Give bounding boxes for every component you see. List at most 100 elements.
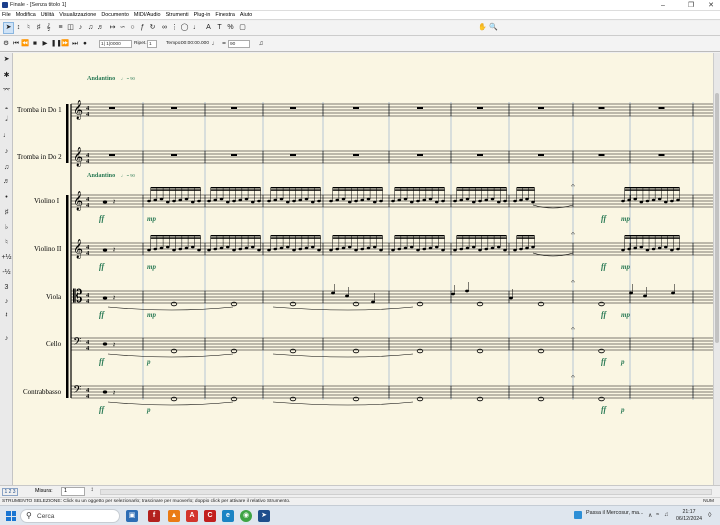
measure-counter-field[interactable]: 1| 1|0000 — [99, 40, 132, 48]
bpm-field[interactable]: 90 — [228, 40, 250, 48]
grace-note-icon[interactable]: ♪ — [0, 297, 13, 307]
palette-eraser-icon[interactable]: ✱ — [0, 71, 13, 81]
beat-unit-icon[interactable]: ♩ — [211, 39, 219, 49]
notification-bell-icon[interactable]: ◊ — [708, 512, 711, 519]
media-app-icon[interactable]: ▣ — [126, 510, 138, 522]
thirtysecond-note-icon[interactable]: ♬ — [0, 177, 13, 187]
lyrics-tool-icon[interactable]: ⋮ — [170, 23, 179, 33]
eighth-note-icon[interactable]: ♪ — [0, 147, 13, 157]
hand-grabber-icon[interactable]: ✋ — [478, 23, 487, 33]
menu-file[interactable]: File — [2, 12, 11, 18]
note-head — [441, 248, 445, 252]
rewind-to-start-icon[interactable]: ⏮ — [12, 39, 20, 49]
zoom-tool-icon[interactable]: 🔍 — [489, 23, 498, 33]
menu-strumenti[interactable]: Strumenti — [166, 12, 189, 18]
minimize-button[interactable]: – — [655, 0, 671, 11]
speedy-entry-tool-icon[interactable]: ♫ — [86, 23, 95, 33]
finale-taskbar-icon[interactable]: f — [148, 510, 160, 522]
close-button[interactable]: ✕ — [703, 0, 719, 11]
rest-icon[interactable]: 𝄽 — [0, 311, 13, 321]
menu-modifica[interactable]: Modifica — [16, 12, 36, 18]
taskbar-search-box[interactable]: ⚲ Cerca — [20, 509, 120, 523]
text-tool-icon[interactable]: A — [204, 23, 213, 33]
clef-tool-icon[interactable]: 𝄞 — [44, 23, 53, 33]
playback-settings-icon[interactable]: ⚙ — [2, 39, 10, 49]
half-note-icon[interactable]: 𝅗𝅥 — [0, 115, 13, 125]
sixteenth-note-icon[interactable]: ♫ — [0, 163, 13, 173]
half-step-down-icon[interactable]: -½ — [0, 268, 13, 278]
chrome-browser-icon[interactable]: ◉ — [240, 510, 252, 522]
note-head — [102, 248, 108, 252]
expression-tool-icon[interactable]: ƒ — [138, 23, 147, 33]
menu-plug-in[interactable]: Plug-in — [194, 12, 211, 18]
tray-chevron-icon[interactable]: ∧ — [648, 512, 652, 519]
finale-active-taskbar-icon[interactable]: ➤ — [258, 510, 270, 522]
repeat-tool-icon[interactable]: ↻ — [148, 23, 157, 33]
repeat-field[interactable]: 1 — [147, 40, 157, 48]
click-metronome-icon[interactable]: ♫ — [257, 39, 265, 49]
lyrics-tool-icon-2[interactable]: ♩ — [192, 23, 201, 33]
score-page[interactable]: Andantino ♩ = 90 Andantino ♩ = 90 Tromba in … — [13, 53, 713, 485]
chord-tool-icon[interactable]: ∞ — [160, 23, 169, 33]
mass-edit-tool-icon[interactable]: ↕ — [14, 23, 23, 33]
menu-midi-audio[interactable]: MIDI/Audio — [134, 12, 161, 18]
network-icon[interactable]: ≈ — [656, 512, 659, 518]
whole-note-icon[interactable]: 𝅝 — [0, 103, 13, 113]
natural-icon[interactable]: ♮ — [0, 238, 13, 248]
score-canvas[interactable]: Andantino ♩ = 90 Andantino ♩ = 90 Tromba in … — [13, 53, 713, 485]
graphics-tool-icon[interactable]: T — [215, 23, 224, 33]
tuplet-tool-icon[interactable]: ↦ — [108, 23, 117, 33]
quarter-note-icon[interactable]: ♩ — [0, 131, 13, 141]
record-icon[interactable]: ● — [81, 39, 89, 49]
key-signature-tool-icon[interactable]: ♯ — [34, 23, 43, 33]
time-signature-tool-icon[interactable]: ♮ — [24, 23, 33, 33]
articulation-tool-icon[interactable]: ○ — [128, 23, 137, 33]
taskbar-clock[interactable]: 21:17 06/12/2024 — [672, 509, 706, 522]
menu-utilita[interactable]: Utilità — [41, 12, 54, 18]
forward-to-end-icon[interactable]: ⏭ — [71, 39, 79, 49]
windows-start-icon[interactable] — [6, 511, 16, 521]
play-icon[interactable]: ▶ — [41, 39, 49, 49]
rewind-icon[interactable]: ⏪ — [21, 39, 29, 49]
half-step-up-icon[interactable]: +½ — [0, 253, 13, 263]
note-head — [633, 197, 638, 201]
palette-tie-icon[interactable]: ⌤ — [0, 86, 13, 96]
pdf-reader-icon[interactable]: A — [186, 510, 198, 522]
staff-tool-icon[interactable]: ≡ — [56, 23, 65, 33]
menu-finestra[interactable]: Finestra — [215, 12, 234, 18]
palette-selection-icon[interactable]: ➤ — [0, 55, 13, 65]
eighth-rest-icon[interactable]: ♪ — [0, 334, 13, 344]
news-widget-text[interactable]: Passa il Mercosur, ma... — [586, 510, 644, 516]
dot-icon[interactable]: • — [0, 193, 13, 203]
edge-browser-icon[interactable]: e — [222, 510, 234, 522]
resize-tool-icon[interactable]: % — [226, 23, 235, 33]
hyperscribe-tool-icon[interactable]: ♬ — [96, 23, 105, 33]
layer-selector[interactable]: 1 2 3 — [2, 488, 18, 496]
vertical-scrollbar[interactable] — [713, 53, 720, 485]
ossia-tool-icon[interactable]: ◯ — [180, 23, 189, 33]
measure-field[interactable]: 1 — [61, 487, 85, 496]
volume-icon[interactable]: ♫ — [664, 512, 669, 518]
measure-tool-icon[interactable]: ◫ — [66, 23, 75, 33]
smart-shape-tool-icon[interactable]: ∽ — [118, 23, 127, 33]
tuplet-icon[interactable]: 3 — [0, 283, 13, 293]
flat-icon[interactable]: ♭ — [0, 223, 13, 233]
pause-icon[interactable]: ❚❚ — [51, 39, 62, 49]
horizontal-scrollbar[interactable] — [100, 489, 712, 495]
stop-icon[interactable]: ■ — [31, 39, 39, 49]
vlc-icon[interactable]: ▲ — [168, 510, 180, 522]
app-c-icon[interactable]: C — [204, 510, 216, 522]
menu-documento[interactable]: Documento — [101, 12, 129, 18]
simple-entry-tool-icon[interactable]: ♪ — [76, 23, 85, 33]
sharp-icon[interactable]: ♯ — [0, 208, 13, 218]
note-head — [651, 198, 656, 202]
vertical-scrollbar-thumb[interactable] — [715, 93, 719, 343]
menu-visualizzazione[interactable]: Visualizzazione — [59, 12, 96, 18]
maximize-button[interactable]: ❐ — [683, 0, 699, 11]
menu-aiuto[interactable]: Aiuto — [240, 12, 252, 18]
measure-stepper[interactable]: ↕ — [88, 487, 96, 496]
fast-forward-icon[interactable]: ⏩ — [61, 39, 69, 49]
page-layout-tool-icon[interactable]: ▢ — [238, 23, 247, 33]
selection-tool-icon[interactable]: ➤ — [3, 22, 14, 34]
note-head — [244, 197, 249, 201]
